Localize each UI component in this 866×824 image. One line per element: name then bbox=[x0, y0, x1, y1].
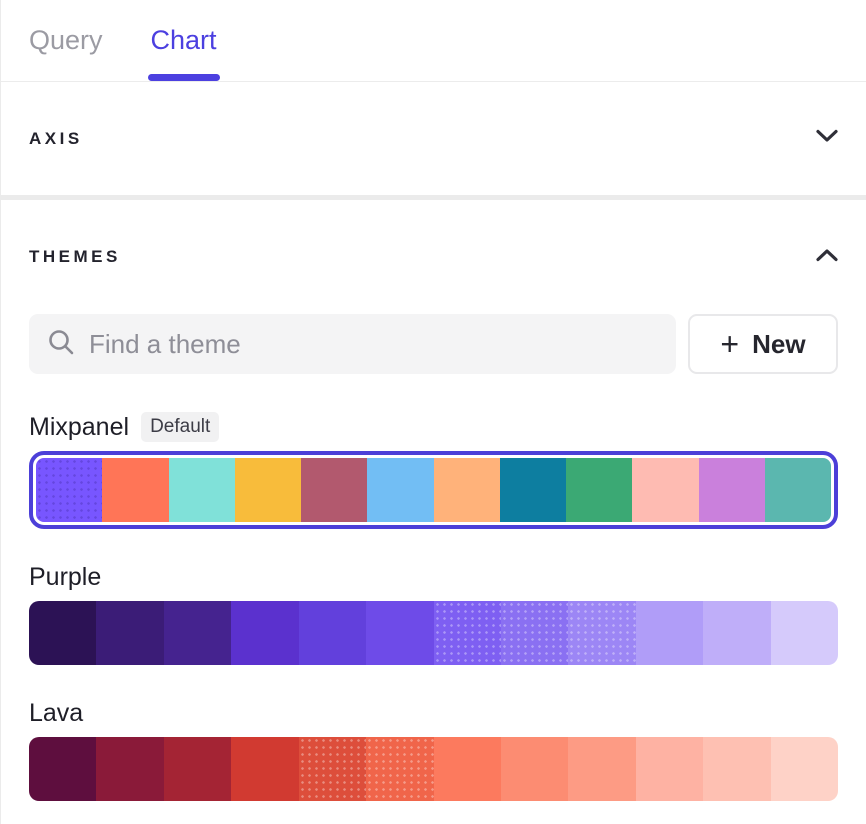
color-swatch bbox=[96, 737, 163, 801]
tab-bar: Query Chart bbox=[1, 0, 866, 82]
color-swatch bbox=[566, 458, 632, 522]
tab-query[interactable]: Query bbox=[29, 0, 103, 81]
color-swatch bbox=[703, 601, 770, 665]
color-swatch bbox=[632, 458, 698, 522]
theme-name: Mixpanel bbox=[29, 413, 129, 442]
theme-name: Lava bbox=[29, 699, 83, 728]
selected-theme-ring bbox=[29, 451, 838, 529]
theme-palette-lava[interactable] bbox=[29, 737, 838, 801]
theme-item-mixpanel: Mixpanel Default bbox=[29, 412, 838, 529]
color-swatch bbox=[434, 601, 501, 665]
chart-settings-panel: Query Chart AXIS THEMES bbox=[0, 0, 866, 824]
theme-palette-purple[interactable] bbox=[29, 601, 838, 665]
theme-search-box[interactable] bbox=[29, 314, 676, 374]
color-swatch bbox=[299, 601, 366, 665]
color-swatch bbox=[765, 458, 831, 522]
chevron-down-icon[interactable] bbox=[816, 129, 838, 148]
color-swatch bbox=[102, 458, 168, 522]
color-swatch bbox=[299, 737, 366, 801]
color-swatch bbox=[568, 737, 635, 801]
color-swatch bbox=[500, 458, 566, 522]
color-swatch bbox=[169, 458, 235, 522]
chevron-up-icon[interactable] bbox=[816, 248, 838, 267]
color-swatch bbox=[367, 458, 433, 522]
themes-section-label: THEMES bbox=[29, 247, 121, 267]
color-swatch bbox=[29, 737, 96, 801]
new-theme-button[interactable]: + New bbox=[688, 314, 838, 374]
color-swatch bbox=[96, 601, 163, 665]
color-swatch bbox=[501, 737, 568, 801]
color-swatch bbox=[771, 737, 838, 801]
theme-search-input[interactable] bbox=[89, 329, 658, 360]
theme-item-purple: Purple bbox=[29, 563, 838, 665]
theme-item-lava: Lava bbox=[29, 699, 838, 801]
theme-name: Purple bbox=[29, 563, 101, 592]
section-divider bbox=[1, 195, 866, 200]
theme-label-row: Lava bbox=[29, 699, 838, 728]
themes-section-header[interactable]: THEMES bbox=[1, 242, 866, 272]
color-swatch bbox=[29, 601, 96, 665]
color-swatch bbox=[703, 737, 770, 801]
tab-chart-label: Chart bbox=[151, 25, 217, 56]
tab-query-label: Query bbox=[29, 25, 103, 56]
new-theme-button-label: New bbox=[752, 329, 805, 360]
active-tab-underline bbox=[148, 74, 220, 81]
color-swatch bbox=[501, 601, 568, 665]
color-swatch bbox=[231, 601, 298, 665]
color-swatch bbox=[231, 737, 298, 801]
color-swatch bbox=[235, 458, 301, 522]
axis-section-header[interactable]: AXIS bbox=[1, 82, 866, 195]
color-swatch bbox=[164, 601, 231, 665]
color-swatch bbox=[636, 737, 703, 801]
color-swatch bbox=[164, 737, 231, 801]
themes-list: MixpanelDefaultPurpleLavaMist bbox=[1, 412, 866, 824]
axis-section-label: AXIS bbox=[29, 129, 83, 149]
color-swatch bbox=[366, 737, 433, 801]
color-swatch bbox=[771, 601, 838, 665]
search-icon bbox=[47, 328, 75, 361]
theme-palette-mixpanel[interactable] bbox=[36, 458, 831, 522]
theme-label-row: Mixpanel Default bbox=[29, 412, 838, 442]
tab-chart[interactable]: Chart bbox=[151, 0, 217, 81]
color-swatch bbox=[636, 601, 703, 665]
theme-default-badge: Default bbox=[141, 412, 219, 442]
color-swatch bbox=[568, 601, 635, 665]
color-swatch bbox=[301, 458, 367, 522]
color-swatch bbox=[366, 601, 433, 665]
color-swatch bbox=[434, 737, 501, 801]
color-swatch bbox=[434, 458, 500, 522]
plus-icon: + bbox=[720, 328, 739, 360]
theme-label-row: Purple bbox=[29, 563, 838, 592]
color-swatch bbox=[36, 458, 102, 522]
theme-toolbar: + New bbox=[29, 314, 838, 374]
color-swatch bbox=[699, 458, 765, 522]
